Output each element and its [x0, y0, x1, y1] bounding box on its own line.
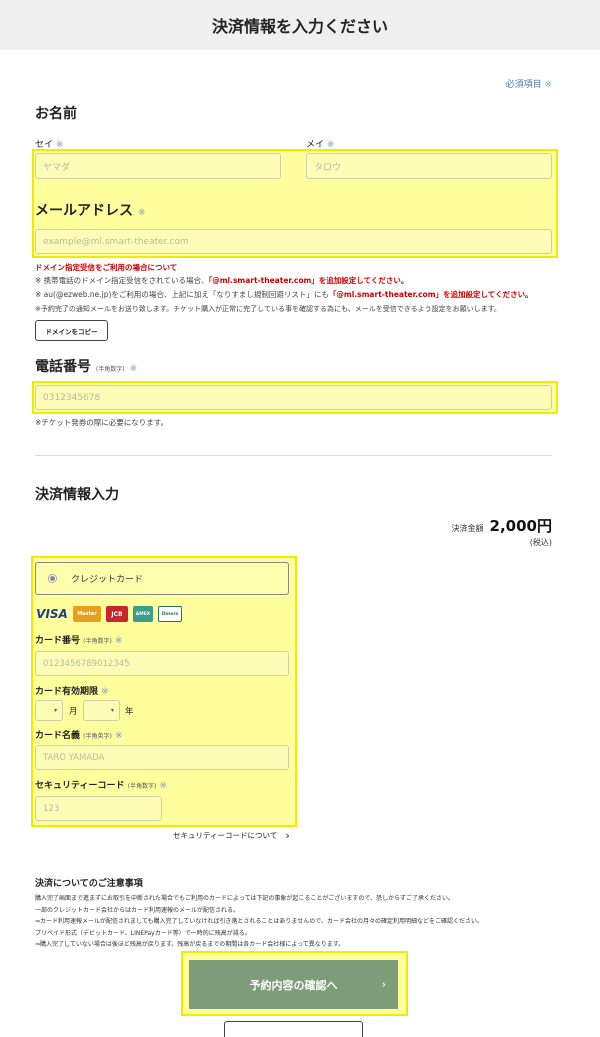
required-note: 必須項目 ※ — [506, 77, 552, 90]
section-divider — [35, 455, 552, 456]
domain-notice-title: ドメイン指定受信をご利用の場合について — [35, 263, 178, 272]
sei-input[interactable]: ヤマダ — [35, 153, 281, 179]
expiry-label: カード有効期限 ※ — [35, 687, 109, 697]
required-mark: ※ — [101, 687, 109, 697]
caution-line: 購入完了画面まで進まずにお取引を中断された場合でもご利用のカードによっては下記の… — [35, 895, 455, 902]
tax-label: (税込) — [529, 538, 552, 547]
radio-selected-icon — [48, 574, 57, 583]
confirm-reservation-button[interactable]: 予約内容の確認へ › — [189, 960, 398, 1009]
caution-line: プリペイド形式（デビットカード、LINEPayカード等）で一時的に残高が減る。 — [35, 929, 251, 937]
email-input[interactable]: example@ml.smart-theater.com — [35, 229, 552, 254]
required-mark: ※ — [114, 731, 123, 741]
required-mark: ※ — [544, 80, 552, 90]
phone-input[interactable]: 0312345678 — [35, 385, 552, 410]
domain-note-1: ※ 携帯電話のドメイン指定受信をされている場合、「@ml.smart-theat… — [35, 276, 409, 285]
name-section-title: お名前 — [35, 106, 77, 122]
card-number-input[interactable]: 0123456789012345 — [35, 651, 289, 676]
expiry-year-select[interactable]: ▾ — [83, 700, 120, 721]
year-unit: 年 — [125, 707, 134, 717]
page-header: 決済情報を入力ください — [0, 0, 600, 50]
payment-section-title: 決済情報入力 — [35, 487, 119, 503]
amount-value: 2,000円 — [489, 517, 552, 535]
diners-logo: Diners — [158, 606, 182, 622]
back-button[interactable] — [224, 1021, 363, 1037]
payment-method-credit-card[interactable]: クレジットカード — [35, 562, 289, 595]
page-title: 決済情報を入力ください — [211, 17, 388, 36]
card-number-label: カード番号 (半角数字) ※ — [35, 636, 123, 646]
required-mark: ※ — [129, 364, 137, 374]
caution-line: 一部のクレジットカード会社からはカード利用速報のメールが配信される。 — [35, 906, 240, 914]
phone-note: ※チケット発券の際に必要になります。 — [35, 418, 169, 427]
jcb-logo: JCB — [106, 606, 128, 622]
domain-note-2: ※ au(@ezweb.ne.jp)をご利用の場合、上記に加え「なりすまし規制回… — [35, 290, 533, 299]
amex-logo: AMEX — [133, 606, 153, 622]
required-note-label: 必須項目 — [505, 80, 542, 90]
caution-title: 決済についてのご注意事項 — [35, 879, 143, 889]
card-holder-input[interactable]: TARO YAMADA — [35, 745, 289, 770]
caution-list: 購入完了画面まで進まずにお取引を中断された場合でもご利用のカードによっては下記の… — [35, 893, 575, 951]
month-unit: 月 — [69, 707, 78, 717]
required-mark: ※ — [137, 208, 146, 218]
required-mark: ※ — [159, 781, 167, 791]
caution-line: ⇒購入完了していない場合は後ほど残高が戻ります。残高が戻るまでの期間は各カード会… — [35, 941, 345, 948]
mastercard-logo: Master — [73, 606, 101, 622]
payment-amount: 決済金額 2,000円 — [452, 515, 552, 536]
chevron-down-icon: ▾ — [110, 707, 114, 714]
visa-logo: VISA — [36, 607, 68, 621]
chevron-right-icon: › — [285, 829, 290, 842]
security-code-input[interactable]: 123 — [35, 796, 162, 821]
payment-method-label: クレジットカード — [71, 575, 144, 585]
chevron-right-icon: › — [381, 979, 386, 990]
expiry-month-select[interactable]: ▾ — [35, 700, 63, 721]
email-section-title: メールアドレス ※ — [35, 203, 146, 219]
amount-label: 決済金額 — [451, 524, 484, 533]
chevron-down-icon: ▾ — [53, 707, 57, 714]
caution-line: ⇒カード利用速報メールが配信されましても購入完了していなければ引き落とされること… — [35, 918, 483, 925]
security-code-help-link[interactable]: セキュリティーコードについて › — [173, 829, 290, 842]
mei-input[interactable]: タロウ — [306, 153, 552, 179]
copy-domain-button[interactable]: ドメインをコピー — [35, 320, 108, 341]
security-code-label: セキュリティーコード (半角数字) ※ — [35, 781, 167, 791]
card-holder-label: カード名義 (半角英字) ※ — [35, 731, 123, 741]
required-mark: ※ — [114, 636, 123, 646]
phone-section-title: 電話番号 (半角数字) ※ — [35, 359, 137, 375]
email-note-3: ※予約完了の通知メールをお送り致します。チケット購入が正常に完了している事を確認… — [35, 305, 501, 313]
card-brand-logos: VISA Master JCB AMEX Diners — [36, 606, 182, 622]
